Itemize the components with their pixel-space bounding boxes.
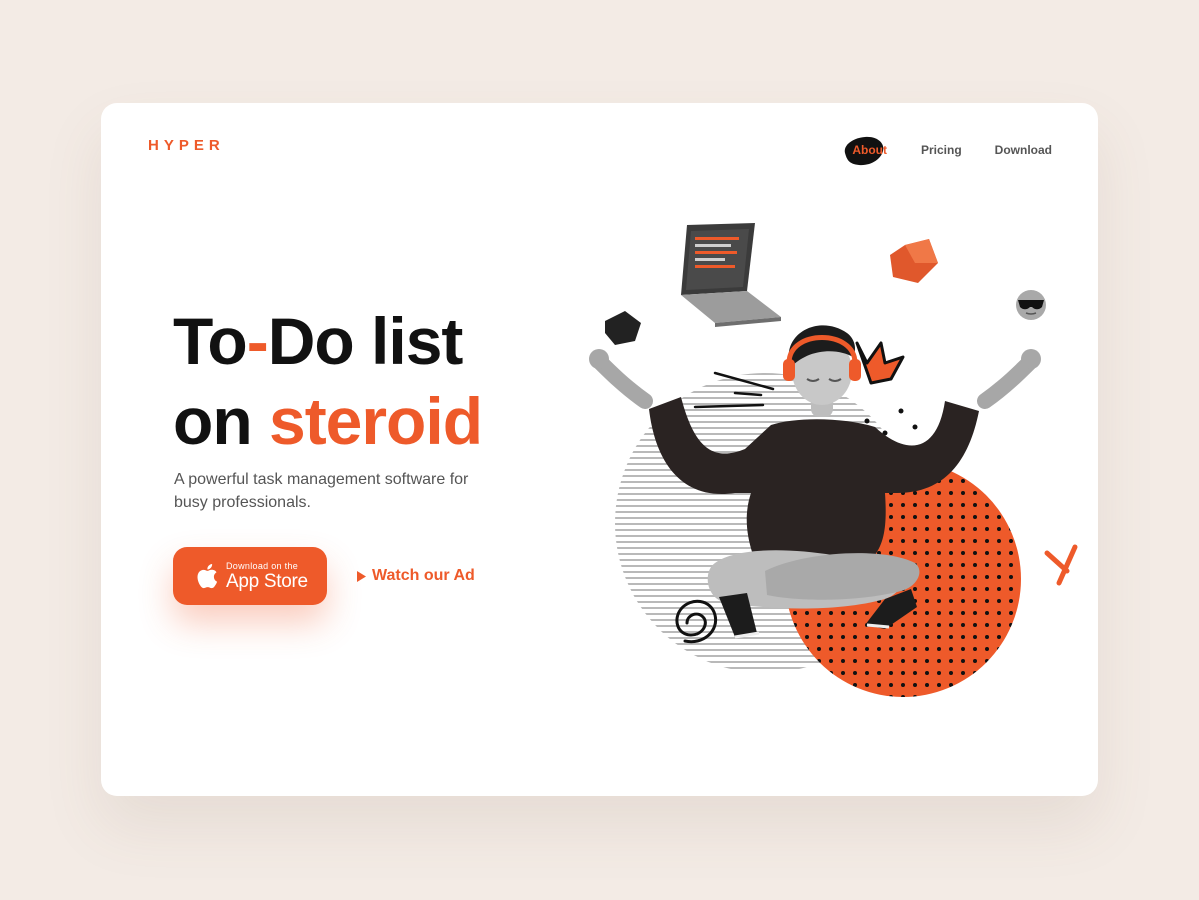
- black-cube-icon: [605, 311, 641, 345]
- title-word-to: To: [173, 304, 248, 378]
- hero-subtitle: A powerful task management software for …: [174, 471, 469, 511]
- landing-card: HYPER About Pricing Download To-Do list …: [101, 103, 1098, 796]
- store-labels: Download on the App Store: [226, 561, 308, 592]
- nav-item-label: Pricing: [920, 143, 962, 157]
- watch-ad-link[interactable]: Watch our Ad: [356, 567, 475, 585]
- store-small-label: Download on the: [226, 560, 299, 571]
- hero-illustration: [589, 223, 1078, 697]
- title-dash: -: [246, 304, 269, 378]
- nav-item-download[interactable]: Download: [995, 137, 1052, 163]
- nav-item-label: About: [852, 143, 887, 157]
- title-word-steroid: steroid: [268, 384, 483, 458]
- store-big-label: App Store: [226, 570, 308, 592]
- emoji-sunglasses-icon: [1016, 290, 1046, 320]
- laptop-icon: [681, 223, 781, 327]
- top-nav: About Pricing Download: [818, 135, 1052, 166]
- hero-title: To-Do list on steroid: [173, 301, 483, 461]
- watch-ad-label: Watch our Ad: [372, 567, 475, 584]
- title-word-on: on: [173, 384, 253, 458]
- nav-item-pricing[interactable]: Pricing: [921, 137, 962, 163]
- nav-item-label: Download: [994, 143, 1052, 157]
- cube-icon: [890, 239, 938, 283]
- title-word-do-list: Do list: [267, 304, 464, 378]
- apple-icon: [197, 564, 218, 589]
- crown-doodle-icon: [855, 341, 905, 385]
- nav-item-about[interactable]: About: [845, 136, 888, 166]
- cross-doodle-icon: [1044, 544, 1078, 586]
- play-icon: [357, 570, 366, 582]
- brand-logo[interactable]: HYPER: [148, 137, 225, 154]
- app-store-button[interactable]: Download on the App Store: [173, 547, 327, 605]
